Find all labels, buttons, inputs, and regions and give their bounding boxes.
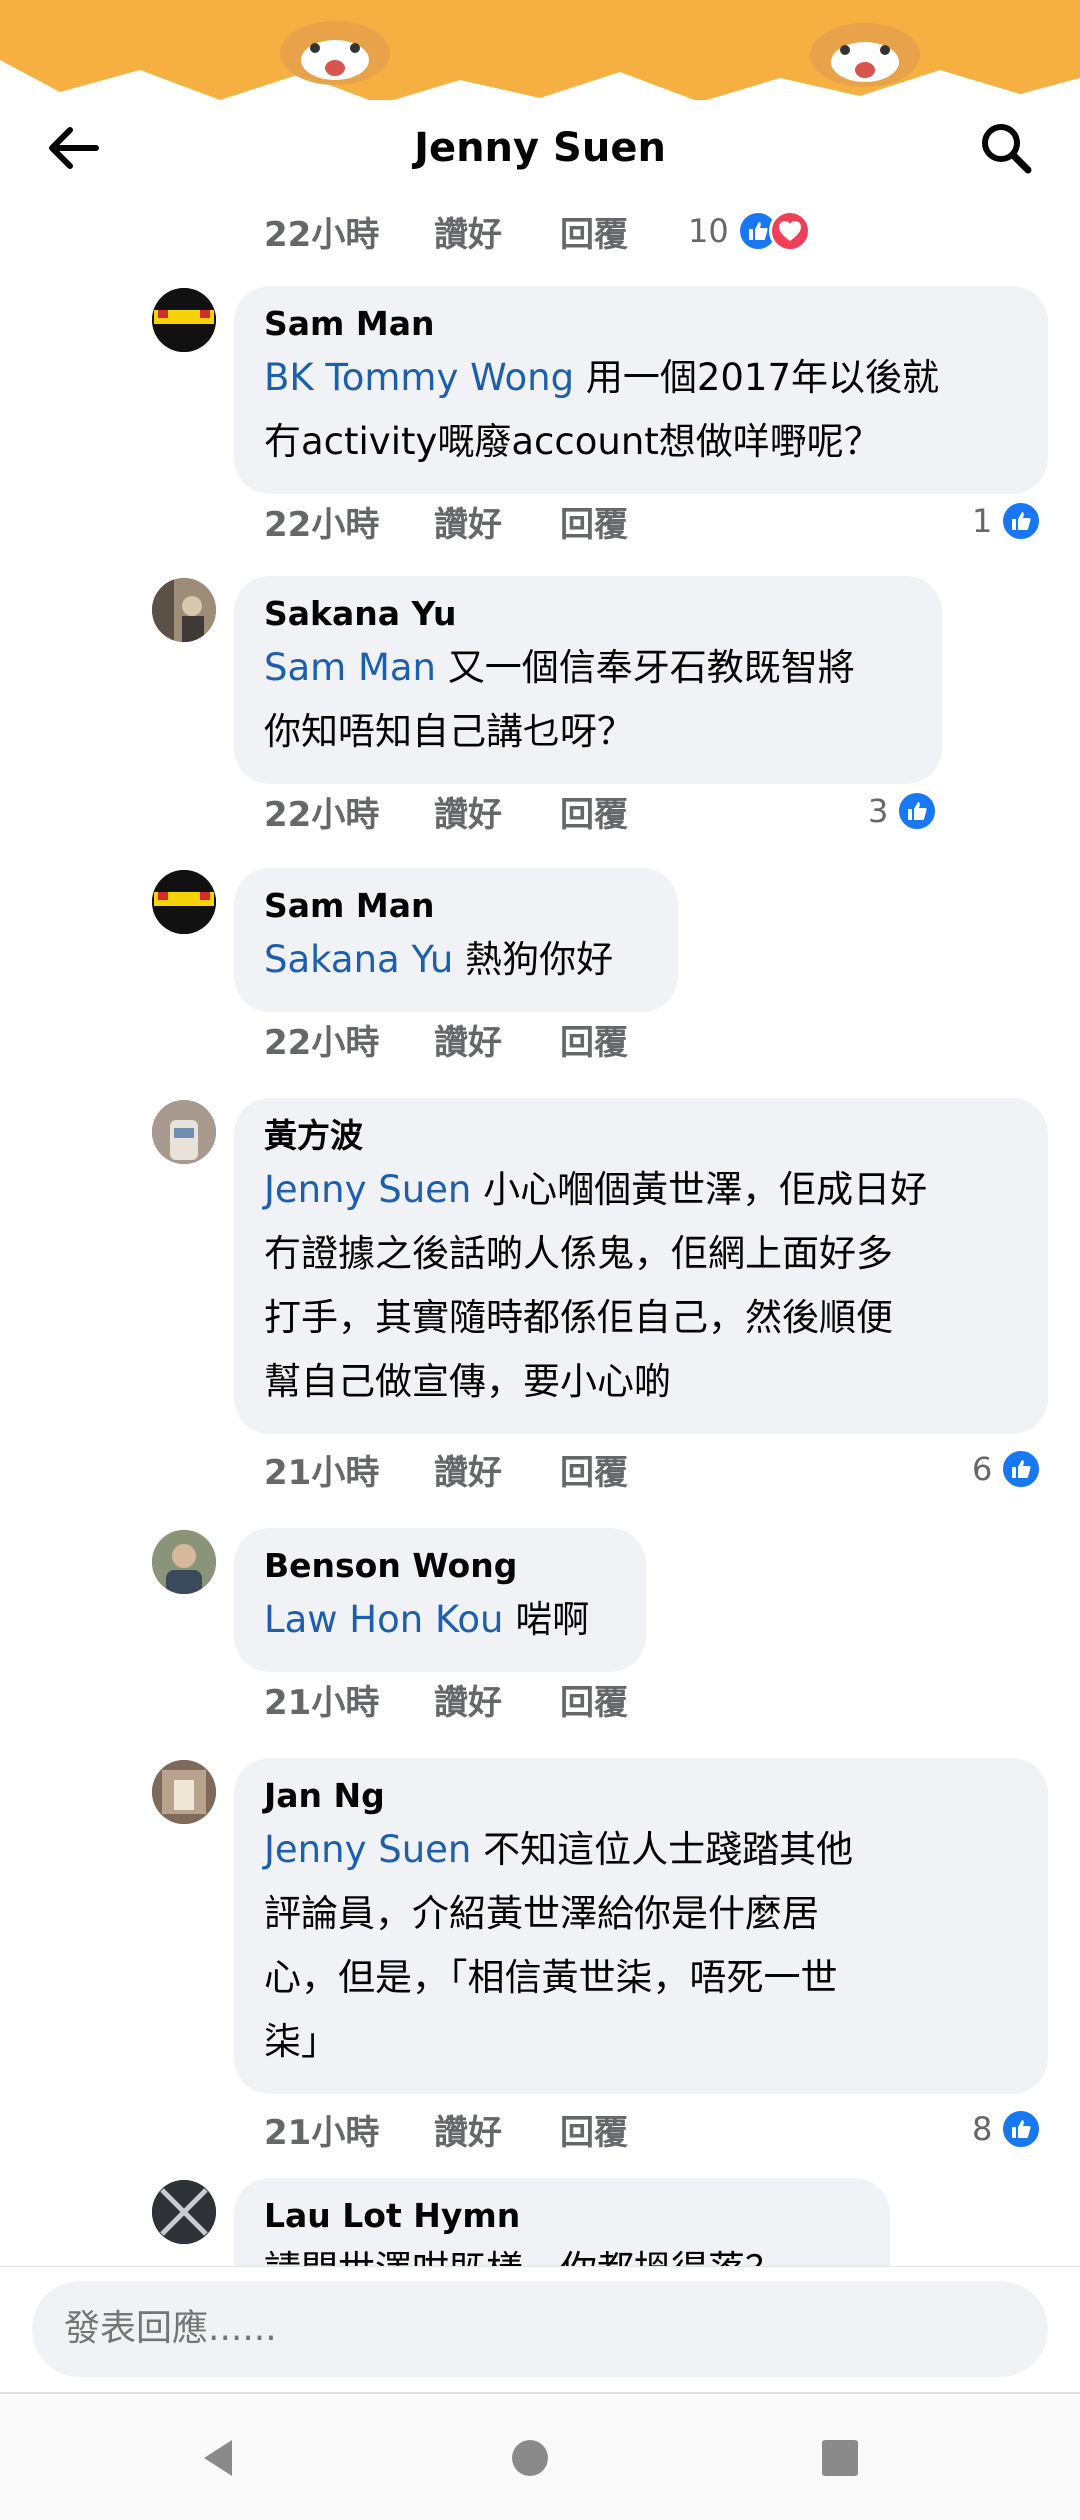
comment-actions: 21小時 讚好 回覆 [264, 1444, 664, 1494]
comment-actions: 21小時 讚好 回覆 [264, 1674, 664, 1724]
like-link[interactable]: 讚好 [434, 207, 502, 256]
reaction-summary[interactable]: 1 [972, 496, 1043, 546]
mention-link[interactable]: Sakana Yu [264, 938, 453, 981]
dog-illustration-icon [810, 23, 920, 87]
comment-bubble: Sam Man Sakana Yu 熱狗你好 [234, 868, 678, 1012]
nav-home-button[interactable] [490, 2424, 570, 2492]
like-link[interactable]: 讚好 [434, 1675, 502, 1724]
comment-time: 21小時 [264, 1682, 380, 1723]
comment-bubble: Sam Man BK Tommy Wong 用一個2017年以後就 冇activ… [234, 286, 1048, 494]
commenter-name[interactable]: Lau Lot Hymn [264, 2194, 860, 2238]
app-header: Jenny Suen [0, 100, 1080, 196]
like-link[interactable]: 讚好 [434, 1015, 502, 1064]
nav-home-icon [512, 2440, 548, 2476]
reply-link[interactable]: 回覆 [560, 2105, 628, 2154]
comment-time: 22小時 [264, 214, 380, 255]
nav-back-button[interactable] [178, 2424, 258, 2492]
avatar[interactable] [152, 578, 216, 642]
comment-actions: 22小時 讚好 回覆 [264, 206, 664, 256]
nav-recents-button[interactable] [800, 2424, 880, 2492]
search-icon [982, 124, 1032, 174]
commenter-name[interactable]: 黃方波 [264, 1114, 1018, 1158]
nav-back-icon [204, 2440, 232, 2476]
comment-bubble: Jan Ng Jenny Suen ￼不知這位人士￼踐踏其他 評論員，￼介紹￼黃… [234, 1758, 1048, 2094]
avatar[interactable] [152, 1760, 216, 1824]
reaction-count: 1 [972, 502, 993, 540]
avatar[interactable] [152, 1100, 216, 1164]
like-reaction-icon [1000, 1448, 1043, 1490]
comment-time: 22小時 [264, 504, 380, 545]
comment-bubble: 黃方波 Jenny Suen 小心嗰個黃世澤，佢成日好 冇證據之後話啲人係鬼，佢… [234, 1098, 1048, 1434]
reply-link[interactable]: 回覆 [560, 787, 628, 836]
reply-link[interactable]: 回覆 [560, 1445, 628, 1494]
comment-text: Sam Man 又一個信奉牙石教既智將 你知唔知自己講乜呀？ [264, 646, 855, 753]
comment-text: BK Tommy Wong 用一個2017年以後就 冇activity嘅廢acc… [264, 356, 940, 463]
reaction-summary[interactable]: 8 [972, 2104, 1043, 2154]
nav-recents-icon [822, 2440, 858, 2476]
like-link[interactable]: 讚好 [434, 2105, 502, 2154]
reaction-count: 3 [868, 792, 889, 830]
arrow-left-icon [49, 127, 99, 169]
commenter-name[interactable]: Sam Man [264, 884, 648, 928]
comment-text: Sakana Yu 熱狗你好 [264, 938, 614, 981]
comment-text: Law Hon Kou 啱啊 [264, 1598, 590, 1641]
search-button[interactable] [970, 118, 1042, 178]
reaction-count: 10 [688, 212, 729, 250]
avatar[interactable] [152, 288, 216, 352]
commenter-name[interactable]: Jan Ng [264, 1774, 1018, 1818]
reaction-summary[interactable]: 10 [688, 206, 811, 256]
mention-link[interactable]: BK Tommy Wong [264, 356, 574, 399]
comment-text: Jenny Suen ￼不知這位人士￼踐踏其他 評論員，￼介紹￼黃世澤給你是什麼… [264, 1828, 854, 2063]
like-link[interactable]: 讚好 [434, 497, 502, 546]
like-reaction-icon [1000, 2108, 1043, 2150]
avatar[interactable] [152, 1530, 216, 1594]
avatar[interactable] [152, 870, 216, 934]
system-navbar [0, 2392, 1080, 2520]
reply-link[interactable]: 回覆 [560, 207, 628, 256]
comment-composer [0, 2266, 1080, 2390]
page-title: Jenny Suen [414, 125, 666, 171]
reply-link[interactable]: 回覆 [560, 1015, 628, 1064]
heart-reaction-icon [768, 210, 811, 252]
comment-actions: 22小時 讚好 回覆 [264, 496, 664, 546]
reaction-count: 6 [972, 1450, 993, 1488]
commenter-name[interactable]: Benson Wong [264, 1544, 616, 1588]
like-link[interactable]: 讚好 [434, 787, 502, 836]
comment-actions: 21小時 讚好 回覆 [264, 2104, 664, 2154]
mention-link[interactable]: Sam Man [264, 646, 436, 689]
mention-link[interactable]: Jenny Suen [264, 1828, 471, 1871]
comment-time: 21小時 [264, 2112, 380, 2153]
reaction-summary[interactable]: 3 [868, 786, 939, 836]
comment-bubble: Sakana Yu Sam Man 又一個信奉牙石教既智將 你知唔知自己講乜呀？ [234, 576, 942, 784]
reply-link[interactable]: 回覆 [560, 1675, 628, 1724]
comment-time: 22小時 [264, 794, 380, 835]
comment-text: 請問世澤咁既樣，你都搵得落？ [264, 2238, 860, 2266]
comment-time: 21小時 [264, 1452, 380, 1493]
back-button[interactable] [36, 118, 108, 178]
comment-bubble: Benson Wong Law Hon Kou 啱啊 [234, 1528, 646, 1672]
comment-bubble: Lau Lot Hymn 請問世澤咁既樣，你都搵得落？ [234, 2178, 890, 2266]
comment-input[interactable] [32, 2281, 1048, 2377]
like-reaction-icon [1000, 500, 1043, 542]
like-link[interactable]: 讚好 [434, 1445, 502, 1494]
commenter-name[interactable]: Sam Man [264, 302, 1018, 346]
mention-link[interactable]: Law Hon Kou [264, 1598, 504, 1641]
mention-link[interactable]: Jenny Suen [264, 1168, 471, 1211]
commenter-name[interactable]: Sakana Yu [264, 592, 912, 636]
reaction-summary[interactable]: 6 [972, 1444, 1043, 1494]
reaction-count: 8 [972, 2110, 993, 2148]
comment-time: 22小時 [264, 1022, 380, 1063]
comment-actions: 22小時 讚好 回覆 [264, 786, 664, 836]
like-reaction-icon [896, 790, 939, 832]
avatar[interactable] [152, 2180, 216, 2244]
comment-list[interactable]: 22小時 讚好 回覆 10 Sam Man BK Tommy Wong 用一個2… [0, 196, 1080, 2266]
dog-illustration-icon [280, 21, 390, 85]
reply-link[interactable]: 回覆 [560, 497, 628, 546]
comment-text: Jenny Suen 小心嗰個黃世澤，佢成日好 冇證據之後話啲人係鬼，佢網上面好… [264, 1168, 928, 1403]
comment-actions: 22小時 讚好 回覆 [264, 1014, 664, 1064]
